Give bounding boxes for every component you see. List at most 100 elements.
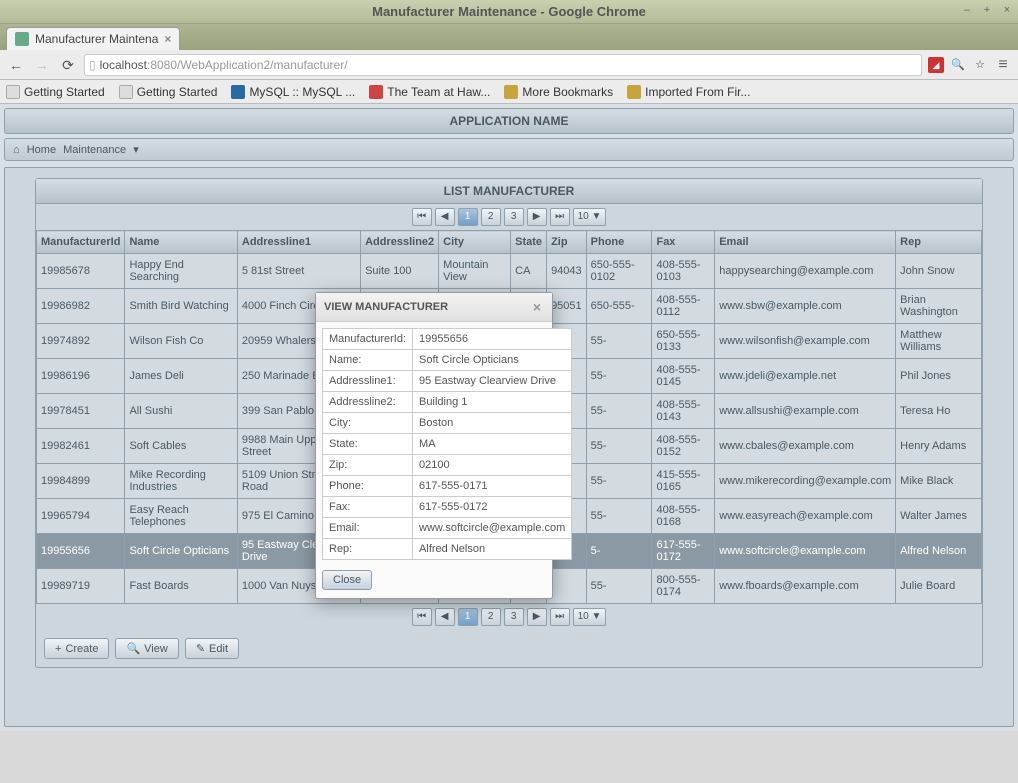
bookmark-item[interactable]: The Team at Haw...	[369, 85, 490, 99]
extension-icon[interactable]: ◢	[928, 57, 944, 73]
zoom-icon[interactable]: 🔍	[950, 57, 966, 73]
page-first-icon[interactable]: ⏮	[412, 608, 432, 626]
page-content: APPLICATION NAME ⌂ Home Maintenance ▾ LI…	[0, 104, 1018, 731]
breadcrumb: ⌂ Home Maintenance ▾	[4, 138, 1014, 161]
table-cell: 19986982	[37, 289, 125, 324]
table-cell: James Deli	[125, 359, 237, 394]
field-value: 19955656	[413, 329, 572, 350]
window-controls: – + ×	[960, 3, 1014, 17]
column-header[interactable]: Name	[125, 231, 237, 254]
maximize-icon[interactable]: +	[980, 3, 994, 17]
edit-button[interactable]: ✎Edit	[185, 638, 239, 659]
page-next-icon[interactable]: ▶	[527, 608, 547, 626]
field-value: www.softcircle@example.com	[413, 518, 572, 539]
table-cell: happysearching@example.com	[715, 254, 896, 289]
table-cell: 415-555-0165	[652, 464, 715, 499]
bookmark-label: Imported From Fir...	[645, 85, 750, 99]
table-cell: Mountain View	[439, 254, 511, 289]
close-window-icon[interactable]: ×	[1000, 3, 1014, 17]
minimize-icon[interactable]: –	[960, 3, 974, 17]
paginator-bottom: ⏮ ◀ 1 2 3 ▶ ⏭ 10 ▼	[36, 604, 982, 630]
breadcrumb-maintenance[interactable]: Maintenance	[63, 144, 126, 156]
bookmark-icon	[231, 85, 245, 99]
page-number[interactable]: 3	[504, 208, 524, 226]
table-cell: Soft Cables	[125, 429, 237, 464]
field-value: 95 Eastway Clearview Drive	[413, 371, 572, 392]
modal-header[interactable]: VIEW MANUFACTURER ×	[316, 293, 552, 322]
bookmark-item[interactable]: Imported From Fir...	[627, 85, 750, 99]
page-number[interactable]: 2	[481, 608, 501, 626]
close-button[interactable]: Close	[322, 570, 372, 590]
url-path: /WebApplication2/manufacturer/	[177, 58, 348, 72]
table-row[interactable]: 19985678Happy End Searching5 81st Street…	[37, 254, 982, 289]
browser-tab[interactable]: Manufacturer Maintena ×	[6, 27, 180, 50]
bookmark-item[interactable]: Getting Started	[119, 85, 218, 99]
table-cell: Phil Jones	[896, 359, 982, 394]
table-cell: 650-555-0102	[586, 254, 652, 289]
browser-menu-icon[interactable]: ≡	[994, 56, 1012, 74]
app-header: APPLICATION NAME	[4, 108, 1014, 134]
page-first-icon[interactable]: ⏮	[412, 208, 432, 226]
table-cell: 408-555-0143	[652, 394, 715, 429]
page-prev-icon[interactable]: ◀	[435, 208, 455, 226]
column-header[interactable]: Addressline2	[361, 231, 439, 254]
table-cell: 19955656	[37, 534, 125, 569]
column-header[interactable]: Zip	[547, 231, 587, 254]
page-prev-icon[interactable]: ◀	[435, 608, 455, 626]
table-cell: www.softcircle@example.com	[715, 534, 896, 569]
tab-close-icon[interactable]: ×	[164, 32, 171, 46]
main-frame: LIST MANUFACTURER ⏮ ◀ 1 2 3 ▶ ⏭ 10 ▼ Man…	[4, 167, 1014, 727]
column-header[interactable]: State	[511, 231, 547, 254]
column-header[interactable]: ManufacturerId	[37, 231, 125, 254]
field-label: Zip:	[323, 455, 413, 476]
back-icon[interactable]: ←	[6, 55, 26, 75]
table-cell: Brian Washington	[896, 289, 982, 324]
table-cell: 800-555-0174	[652, 569, 715, 604]
view-button[interactable]: 🔍View	[115, 638, 178, 659]
page-next-icon[interactable]: ▶	[527, 208, 547, 226]
page-number[interactable]: 1	[458, 208, 478, 226]
column-header[interactable]: Rep	[896, 231, 982, 254]
table-cell: Fast Boards	[125, 569, 237, 604]
url-input[interactable]: ▯ localhost:8080/WebApplication2/manufac…	[84, 54, 922, 76]
bookmark-item[interactable]: More Bookmarks	[504, 85, 613, 99]
table-cell: 55-	[586, 394, 652, 429]
page-number[interactable]: 1	[458, 608, 478, 626]
table-cell: 55-	[586, 429, 652, 464]
page-icon: ▯	[89, 58, 96, 72]
reload-icon[interactable]: ⟳	[58, 55, 78, 75]
page-size-select[interactable]: 10 ▼	[573, 208, 607, 226]
table-cell: 55-	[586, 324, 652, 359]
chevron-down-icon[interactable]: ▾	[133, 144, 139, 156]
bookmark-item[interactable]: MySQL :: MySQL ...	[231, 85, 355, 99]
page-number[interactable]: 2	[481, 208, 501, 226]
star-icon[interactable]: ☆	[972, 57, 988, 73]
page-last-icon[interactable]: ⏭	[550, 208, 570, 226]
bookmark-item[interactable]: Getting Started	[6, 85, 105, 99]
tab-label: Manufacturer Maintena	[35, 32, 158, 46]
breadcrumb-home[interactable]: Home	[27, 144, 56, 156]
create-button[interactable]: +Create	[44, 638, 109, 659]
page-size-select[interactable]: 10 ▼	[573, 608, 607, 626]
field-label: Addressline2:	[323, 392, 413, 413]
table-cell: 19965794	[37, 499, 125, 534]
table-cell: www.fboards@example.com	[715, 569, 896, 604]
table-cell: All Sushi	[125, 394, 237, 429]
page-last-icon[interactable]: ⏭	[550, 608, 570, 626]
forward-icon[interactable]: →	[32, 55, 52, 75]
column-header[interactable]: Addressline1	[237, 231, 360, 254]
list-title: LIST MANUFACTURER	[36, 179, 982, 204]
bookmark-label: MySQL :: MySQL ...	[249, 85, 355, 99]
table-cell: 94043	[547, 254, 587, 289]
table-cell: Wilson Fish Co	[125, 324, 237, 359]
page-number[interactable]: 3	[504, 608, 524, 626]
table-cell: www.jdeli@example.net	[715, 359, 896, 394]
modal-close-icon[interactable]: ×	[530, 299, 544, 315]
field-label: Phone:	[323, 476, 413, 497]
table-cell: 408-555-0103	[652, 254, 715, 289]
column-header[interactable]: Email	[715, 231, 896, 254]
column-header[interactable]: City	[439, 231, 511, 254]
column-header[interactable]: Phone	[586, 231, 652, 254]
column-header[interactable]: Fax	[652, 231, 715, 254]
bookmark-icon	[504, 85, 518, 99]
